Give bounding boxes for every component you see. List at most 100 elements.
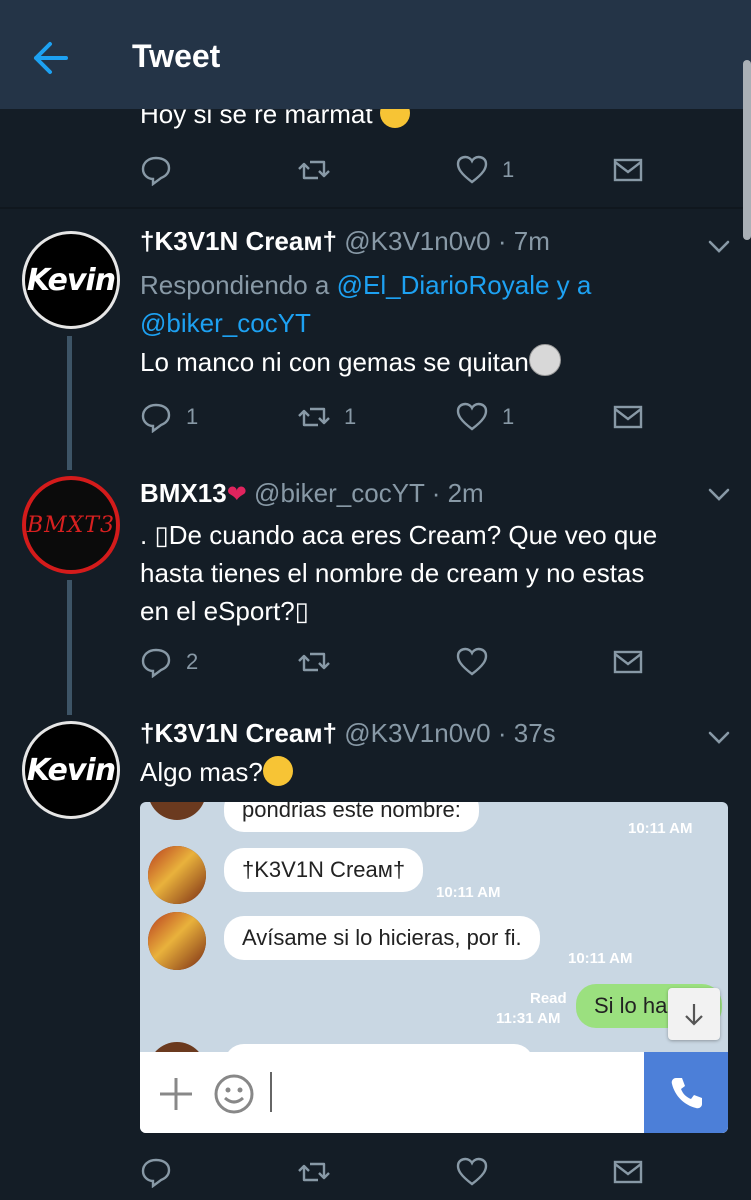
- chat-bubble: pondrias este nombre:: [224, 802, 479, 832]
- like-count: 1: [502, 404, 515, 429]
- chat-time: 10:11 AM: [436, 884, 501, 901]
- chevron-down-icon[interactable]: [706, 481, 732, 507]
- arrow-down-icon: [685, 1004, 703, 1026]
- chat-time: 10:11 AM: [628, 820, 693, 837]
- tweet-text-content: Algo mas?: [140, 757, 263, 787]
- text-cursor: [270, 1072, 272, 1112]
- like-button[interactable]: [456, 645, 502, 679]
- tweet-text: Lo manco ni con gemas se quitan: [140, 344, 561, 378]
- chat-message-text: Avísame si lo hicieras, por fi.: [242, 925, 522, 950]
- tweet-text-line: hasta tienes el nombre de cream y no est…: [140, 558, 645, 588]
- user-handle: @K3V1n0v0: [344, 226, 491, 256]
- replying-to: Respondiendo a @El_DiarioRoyale y a @bik…: [140, 266, 720, 342]
- reply-icon: [141, 156, 171, 186]
- mention-link[interactable]: @El_DiarioRoyale: [337, 270, 550, 300]
- tweet-text: . ▯De cuando aca eres Cream? Que veo que…: [140, 516, 657, 630]
- share-button[interactable]: [612, 153, 644, 187]
- retweet-count: 1: [344, 404, 357, 429]
- emoji-icon[interactable]: [212, 1072, 256, 1116]
- chevron-down-icon[interactable]: [706, 724, 732, 750]
- share-button[interactable]: [612, 400, 644, 434]
- retweet-button[interactable]: 1: [298, 400, 356, 434]
- reply-button[interactable]: 1: [140, 400, 198, 434]
- read-receipt: Read: [530, 990, 567, 1007]
- envelope-icon: [613, 405, 643, 429]
- tweet-actions: 2: [140, 645, 643, 679]
- top-app-bar: Tweet: [0, 8, 751, 109]
- back-arrow-icon[interactable]: [30, 38, 74, 78]
- avatar-photo: [148, 912, 206, 970]
- retweet-button[interactable]: [298, 1155, 330, 1189]
- tweet-time: · 37s: [497, 718, 556, 748]
- like-count: 1: [502, 157, 515, 182]
- share-button[interactable]: [612, 1155, 644, 1189]
- avatar[interactable]: Kevin: [22, 231, 120, 329]
- reply-icon: [141, 1158, 171, 1188]
- tweet-text-line: . ▯De cuando aca eres Cream? Que veo que: [140, 520, 658, 550]
- smiling-moon-icon: [528, 344, 561, 376]
- tweet-actions: 1 1 1: [140, 400, 643, 434]
- heart-icon: [456, 155, 488, 184]
- scrollbar[interactable]: [743, 60, 751, 240]
- share-button[interactable]: [612, 645, 644, 679]
- user-handle: @biker_cocYT: [254, 478, 425, 508]
- display-name: †K3V1N Creaм†: [140, 226, 338, 256]
- mention-link[interactable]: @biker_cocYT: [140, 308, 311, 338]
- avatar-logo-text: BMXT3: [26, 512, 116, 538]
- chat-input-bar: [140, 1052, 728, 1133]
- like-button[interactable]: 1: [456, 153, 514, 187]
- thread-line: [67, 336, 72, 470]
- chat-time: 11:31 AM: [496, 1010, 561, 1027]
- divider: [0, 207, 751, 209]
- scroll-down-button[interactable]: [668, 988, 720, 1040]
- like-button[interactable]: [456, 1155, 488, 1189]
- avatar[interactable]: BMXT3: [22, 476, 120, 574]
- reply-count: 1: [186, 404, 199, 429]
- tweet-time: · 7m: [497, 226, 550, 256]
- page-title: Tweet: [132, 38, 221, 74]
- reply-button[interactable]: 2: [140, 645, 198, 679]
- reply-icon: [141, 648, 171, 678]
- tweet-text-line: en el eSport?▯: [140, 596, 309, 626]
- reply-button[interactable]: [140, 1155, 172, 1189]
- plus-icon[interactable]: [156, 1074, 196, 1114]
- avatar-photo: [148, 846, 206, 904]
- display-name: BMX13: [140, 478, 227, 508]
- display-name: †K3V1N Creaм†: [140, 718, 338, 748]
- red-heart-icon: ❤: [226, 481, 247, 508]
- envelope-icon: [613, 1160, 643, 1184]
- thread-line: [67, 580, 72, 715]
- chat-bubble: †K3V1N Creaм†: [224, 848, 424, 892]
- reply-icon: [141, 403, 171, 433]
- retweet-button[interactable]: [298, 645, 344, 679]
- retweet-icon: [298, 1162, 330, 1182]
- reply-button[interactable]: [140, 153, 186, 187]
- avatar[interactable]: Kevin: [22, 721, 120, 819]
- tweet-header[interactable]: BMX13❤ @biker_cocYT · 2m: [140, 478, 484, 509]
- reply-prefix: Respondiendo a: [140, 270, 330, 300]
- chat-avatar: [148, 846, 206, 904]
- tweet-image[interactable]: pondrias este nombre: 10:11 AM †K3V1N Cr…: [140, 802, 728, 1133]
- chat-avatar: [148, 802, 206, 820]
- winking-face-icon: [262, 756, 293, 786]
- heart-icon: [456, 647, 488, 676]
- retweet-button[interactable]: [298, 153, 344, 187]
- chat-message-text: †K3V1N Creaм†: [242, 857, 406, 882]
- tweet-actions: [140, 1155, 643, 1189]
- status-bar: [0, 0, 751, 8]
- tweet-header[interactable]: †K3V1N Creaм† @K3V1n0v0 · 7m: [140, 226, 550, 257]
- tweet-actions: 1: [140, 153, 643, 187]
- reply-and-text[interactable]: y a: [557, 270, 592, 300]
- chat-bubble: Avísame si lo hicieras, por fi.: [224, 916, 540, 960]
- tweet-text-content: Lo manco ni con gemas se quitan: [140, 347, 529, 377]
- tweet-time: · 2m: [431, 478, 484, 508]
- retweet-icon: [298, 652, 330, 672]
- call-button[interactable]: [644, 1052, 728, 1133]
- heart-icon: [456, 402, 488, 431]
- chevron-down-icon[interactable]: [706, 233, 732, 259]
- like-button[interactable]: 1: [456, 400, 514, 434]
- tweet-text: Algo mas?: [140, 756, 293, 788]
- reply-count: 2: [186, 649, 199, 674]
- tweet-header[interactable]: †K3V1N Creaм† @K3V1n0v0 · 37s: [140, 718, 556, 749]
- chat-time: 10:11 AM: [568, 950, 633, 967]
